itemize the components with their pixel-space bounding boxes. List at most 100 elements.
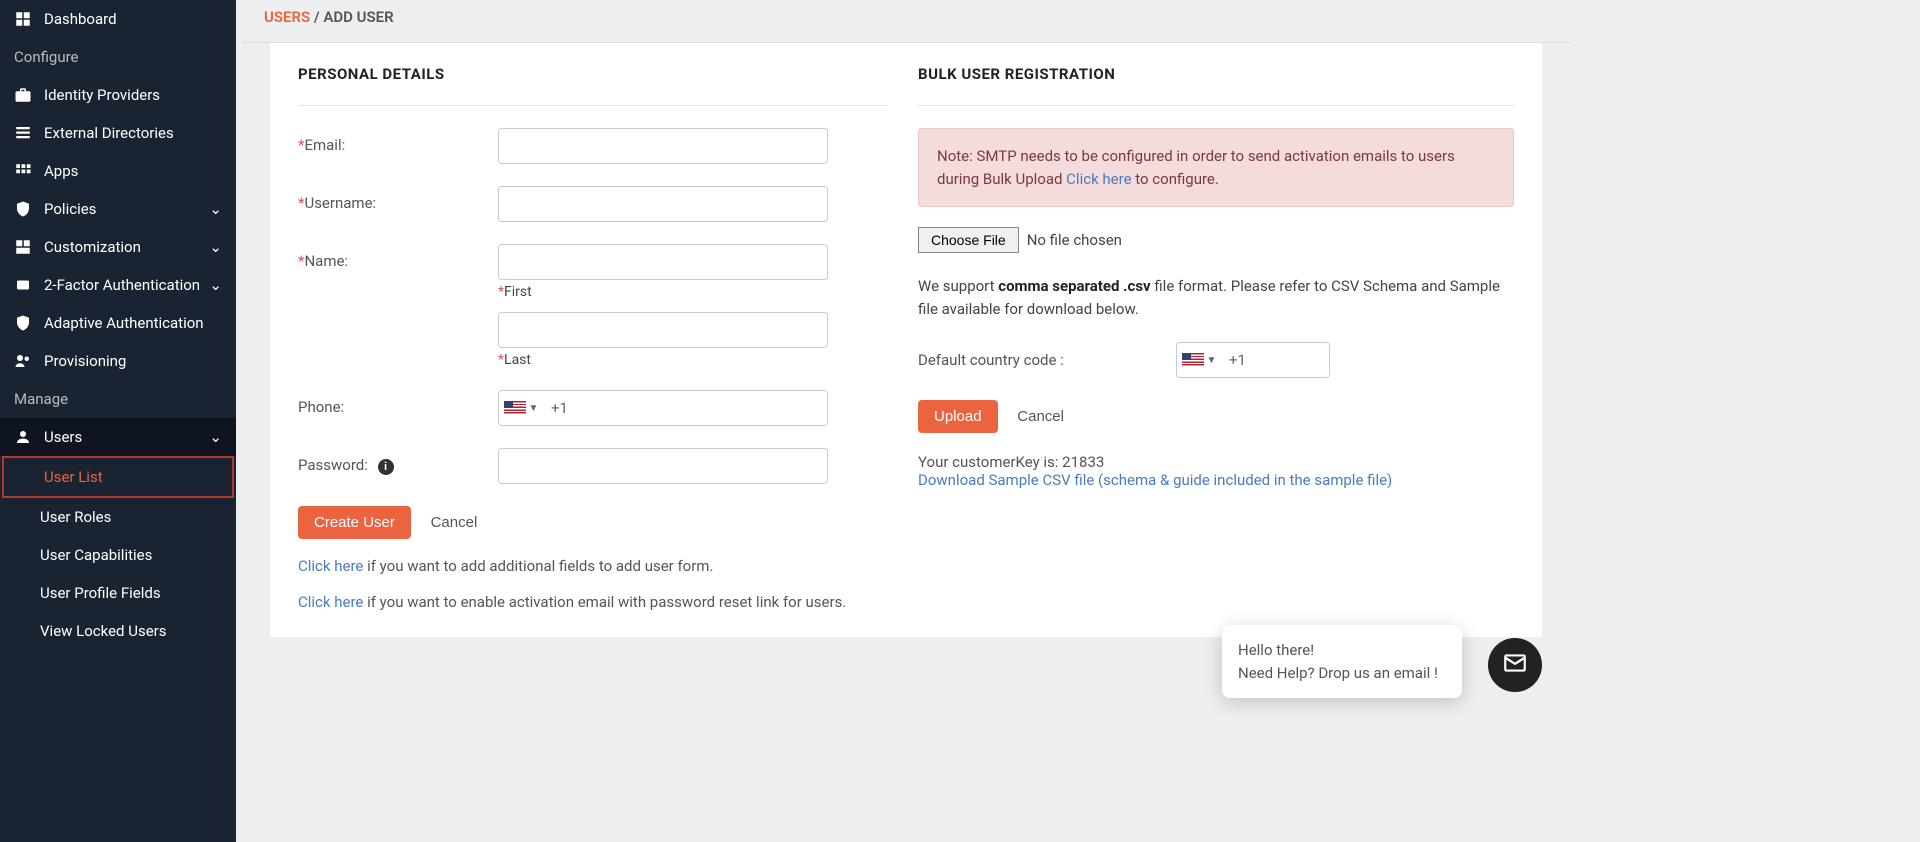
sidebar-label: Adaptive Authentication [44, 314, 204, 332]
help-link-activation-email[interactable]: Click here [298, 593, 363, 611]
content: USERS / ADD USER PERSONAL DETAILS *Email… [242, 0, 1570, 842]
sidebar-subitem-user-profile-fields[interactable]: User Profile Fields [0, 574, 236, 612]
password-label-text: Password: [298, 456, 368, 474]
sidebar-label: Apps [44, 162, 78, 180]
sidebar-item-apps[interactable]: Apps [0, 152, 236, 190]
help-activation-email: Click here if you want to enable activat… [298, 593, 888, 611]
help-additional-fields: Click here if you want to add additional… [298, 557, 888, 575]
sidebar-group-manage: Manage [0, 380, 236, 418]
download-sample-csv-link[interactable]: Download Sample CSV file (schema & guide… [918, 471, 1392, 489]
name-label: *Name: [298, 244, 498, 270]
cancel-button[interactable]: Cancel [415, 506, 494, 539]
us-flag-icon [1182, 353, 1204, 367]
phone-field[interactable]: ▼ +1 [498, 390, 828, 426]
help-link-additional-fields[interactable]: Click here [298, 557, 363, 575]
sidebar-item-2fa[interactable]: 2-Factor Authentication ⌄ [0, 266, 236, 304]
sidebar-label: Provisioning [44, 352, 126, 370]
personal-details-section: PERSONAL DETAILS *Email: *Username: *Nam… [298, 65, 888, 611]
grid-icon [14, 162, 32, 180]
sidebar-label: Identity Providers [44, 86, 160, 104]
first-sublabel: *First [498, 284, 888, 300]
last-name-field[interactable] [498, 312, 828, 348]
sidebar-label: User Profile Fields [40, 584, 161, 602]
country-flag-dropdown[interactable]: ▼ [1177, 343, 1221, 377]
upload-button[interactable]: Upload [918, 400, 998, 433]
customize-icon [14, 238, 32, 256]
username-field[interactable] [498, 186, 828, 222]
sidebar-label: Customization [44, 238, 141, 256]
sidebar-item-users[interactable]: Users ⌄ [0, 418, 236, 456]
sidebar-item-dashboard[interactable]: Dashboard [0, 0, 236, 38]
sidebar-label: External Directories [44, 124, 174, 142]
last-sublabel: *Last [498, 352, 888, 368]
list-icon [14, 124, 32, 142]
users-icon [14, 352, 32, 370]
email-field[interactable] [498, 128, 828, 164]
file-chooser: Choose File No file chosen [918, 227, 1514, 253]
sidebar-subitem-user-list[interactable]: User List [2, 456, 234, 498]
sidebar-label: 2-Factor Authentication [44, 276, 200, 294]
name-label-text: Name: [304, 252, 348, 270]
phone-label: Phone: [298, 390, 498, 416]
customer-key-text: Your customerKey is: 21833 [918, 453, 1514, 471]
shield-check-icon [14, 314, 32, 332]
chevron-down-icon: ⌄ [209, 200, 222, 218]
keypad-icon [14, 276, 32, 294]
upload-actions: Upload Cancel [918, 400, 1514, 433]
bulk-cancel-button[interactable]: Cancel [1001, 400, 1080, 433]
info-icon[interactable]: i [378, 459, 394, 475]
sidebar-item-customization[interactable]: Customization ⌄ [0, 228, 236, 266]
content-card: PERSONAL DETAILS *Email: *Username: *Nam… [270, 43, 1542, 637]
username-label: *Username: [298, 186, 498, 212]
email-label-text: Email: [304, 136, 345, 154]
note-post: to configure. [1132, 170, 1219, 188]
first-name-field[interactable] [498, 244, 828, 280]
sidebar-item-policies[interactable]: Policies ⌄ [0, 190, 236, 228]
caret-down-icon: ▼ [529, 403, 539, 414]
chevron-down-icon: ⌄ [209, 428, 222, 446]
password-field[interactable] [498, 448, 828, 484]
chat-line2: Need Help? Drop us an email ! [1238, 662, 1446, 685]
create-user-button[interactable]: Create User [298, 506, 411, 539]
chat-popup: Hello there! Need Help? Drop us an email… [1222, 625, 1462, 698]
section-title-bulk: BULK USER REGISTRATION [918, 65, 1514, 83]
breadcrumb-parent-link[interactable]: USERS [264, 8, 310, 26]
email-label: *Email: [298, 128, 498, 154]
sidebar-label: Dashboard [44, 10, 117, 28]
breadcrumb: USERS / ADD USER [242, 0, 1570, 43]
sidebar-subitem-user-roles[interactable]: User Roles [0, 498, 236, 536]
caret-down-icon: ▼ [1207, 355, 1217, 366]
default-country-code-row: Default country code : ▼ +1 [918, 342, 1514, 378]
dashboard-icon [14, 10, 32, 28]
cc-code: +1 [1221, 351, 1254, 369]
country-flag-dropdown[interactable]: ▼ [499, 391, 543, 425]
phone-code: +1 [543, 399, 576, 417]
sidebar-label: User Capabilities [40, 546, 152, 564]
sidebar-label: View Locked Users [40, 622, 166, 640]
chevron-down-icon: ⌄ [209, 276, 222, 294]
us-flag-icon [504, 401, 526, 415]
cc-label: Default country code : [918, 351, 1176, 369]
sidebar-label: Policies [44, 200, 96, 218]
breadcrumb-current: ADD USER [323, 8, 393, 26]
sidebar-label: User List [44, 468, 103, 486]
sidebar-item-provisioning[interactable]: Provisioning [0, 342, 236, 380]
file-status-text: No file chosen [1027, 231, 1122, 249]
sidebar-label: Users [44, 428, 82, 446]
sidebar-item-external-directories[interactable]: External Directories [0, 114, 236, 152]
sidebar-label: User Roles [40, 508, 111, 526]
sidebar: Dashboard Configure Identity Providers E… [0, 0, 236, 842]
username-label-text: Username: [304, 194, 376, 212]
sidebar-item-adaptive-auth[interactable]: Adaptive Authentication [0, 304, 236, 342]
choose-file-button[interactable]: Choose File [918, 227, 1019, 253]
chat-fab-button[interactable] [1488, 638, 1542, 692]
country-code-field[interactable]: ▼ +1 [1176, 342, 1330, 378]
shield-icon [14, 200, 32, 218]
sidebar-item-identity-providers[interactable]: Identity Providers [0, 76, 236, 114]
form-actions: Create User Cancel [298, 506, 888, 539]
sidebar-subitem-view-locked-users[interactable]: View Locked Users [0, 612, 236, 650]
chat-line1: Hello there! [1238, 639, 1446, 662]
divider [298, 105, 888, 106]
smtp-configure-link[interactable]: Click here [1066, 170, 1131, 188]
sidebar-subitem-user-capabilities[interactable]: User Capabilities [0, 536, 236, 574]
